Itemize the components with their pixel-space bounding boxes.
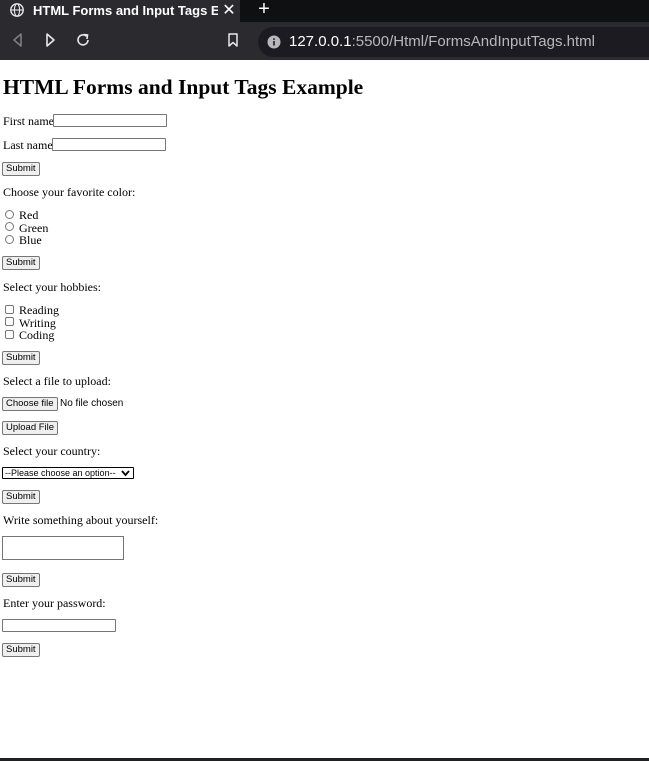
nav-toolbar: 127.0.0.1:5500/Html/FormsAndInputTags.ht… <box>0 22 649 60</box>
tab-title: HTML Forms and Input Tags Exam <box>33 3 218 18</box>
submit-button[interactable]: Submit <box>2 256 40 270</box>
checkbox-label-reading: Reading <box>19 303 59 317</box>
country-prompt: Select your country: <box>3 444 101 458</box>
radio-label-red: Red <box>19 208 39 222</box>
first-name-label: First name: <box>3 114 58 128</box>
url-text[interactable]: 127.0.0.1:5500/Html/FormsAndInputTags.ht… <box>289 27 595 57</box>
close-icon[interactable]: ✕ <box>220 1 238 21</box>
no-file-text: No file chosen <box>60 398 124 409</box>
reload-icon[interactable] <box>73 30 93 50</box>
address-bar[interactable]: 127.0.0.1:5500/Html/FormsAndInputTags.ht… <box>258 27 649 57</box>
submit-button[interactable]: Submit <box>2 351 40 365</box>
browser-chrome: HTML Forms and Input Tags Exam ✕ + 127.0… <box>0 0 649 60</box>
last-name-label: Last name: <box>3 138 56 152</box>
country-select-value: --Please choose an option-- <box>5 468 116 478</box>
submit-button[interactable]: Submit <box>2 490 40 504</box>
radio-label-blue: Blue <box>19 233 42 247</box>
submit-button[interactable]: Submit <box>2 162 40 176</box>
last-name-field[interactable] <box>52 138 166 151</box>
password-field[interactable] <box>2 619 116 632</box>
new-tab-icon[interactable]: + <box>254 0 274 20</box>
url-host: 127.0.0.1 <box>289 33 352 50</box>
tab-strip: HTML Forms and Input Tags Exam ✕ + <box>0 0 649 22</box>
checkbox-reading[interactable] <box>5 305 14 314</box>
color-prompt: Choose your favorite color: <box>3 185 136 199</box>
hobbies-prompt: Select your hobbies: <box>3 280 101 294</box>
submit-button[interactable]: Submit <box>2 643 40 657</box>
radio-green[interactable] <box>5 222 14 231</box>
first-name-field[interactable] <box>53 114 167 127</box>
radio-blue[interactable] <box>5 235 14 244</box>
back-icon[interactable] <box>8 30 28 50</box>
upload-file-button[interactable]: Upload File <box>2 421 59 435</box>
checkbox-writing[interactable] <box>5 317 14 326</box>
file-prompt: Select a file to upload: <box>3 374 111 388</box>
password-prompt: Enter your password: <box>3 596 106 610</box>
bookmark-icon[interactable] <box>223 30 243 50</box>
page-content: HTML Forms and Input Tags Example First … <box>0 60 649 758</box>
globe-icon <box>10 3 24 17</box>
about-prompt: Write something about yourself: <box>3 513 159 527</box>
chevron-down-icon <box>121 470 130 477</box>
about-textarea[interactable] <box>2 536 124 560</box>
checkbox-coding[interactable] <box>5 330 14 339</box>
tab-active[interactable]: HTML Forms and Input Tags Exam ✕ <box>0 0 240 22</box>
page-title: HTML Forms and Input Tags Example <box>3 75 364 99</box>
country-select[interactable]: --Please choose an option-- <box>2 467 134 479</box>
radio-red[interactable] <box>5 210 14 219</box>
checkbox-label-coding: Coding <box>19 328 55 342</box>
choose-file-button[interactable]: Choose file <box>2 397 58 411</box>
forward-icon[interactable] <box>40 30 60 50</box>
info-icon[interactable] <box>267 35 281 49</box>
submit-button[interactable]: Submit <box>2 573 40 587</box>
url-path: :5500/Html/FormsAndInputTags.html <box>351 33 595 50</box>
